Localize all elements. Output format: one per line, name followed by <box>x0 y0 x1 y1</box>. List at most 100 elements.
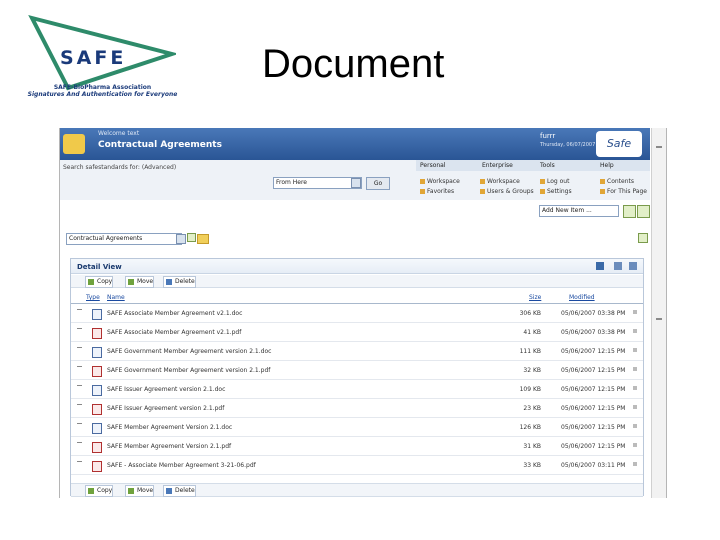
file-name-link[interactable]: SAFE Associate Member Agreement v2.1.pdf <box>107 329 241 336</box>
menu-item-log-out[interactable]: Log out <box>540 178 569 185</box>
thumbnail-view-icon[interactable] <box>629 262 637 270</box>
file-modified: 05/06/2007 03:38 PM <box>561 310 626 317</box>
row-menu-icon[interactable] <box>633 462 637 466</box>
file-name-link[interactable]: SAFE - Associate Member Agreement 3-21-0… <box>107 462 256 469</box>
menu-item-personal-workspace[interactable]: Workspace <box>420 178 460 185</box>
chevron-down-icon[interactable] <box>351 178 361 188</box>
table-row[interactable]: SAFE - Associate Member Agreement 3-21-0… <box>71 457 643 475</box>
add-new-item-select[interactable]: Add New Item ... <box>539 205 619 217</box>
move-button[interactable]: Move <box>125 276 155 288</box>
view-options-icon[interactable] <box>187 233 196 242</box>
add-icon[interactable] <box>637 205 650 218</box>
file-size: 109 KB <box>519 386 541 393</box>
file-name-link[interactable]: SAFE Issuer Agreement version 2.1.pdf <box>107 405 224 412</box>
table-row[interactable]: SAFE Issuer Agreement version 2.1.doc 109… <box>71 381 643 399</box>
file-name-link[interactable]: SAFE Associate Member Agreement v2.1.doc <box>107 310 242 317</box>
file-size: 23 KB <box>523 405 541 412</box>
row-menu-icon[interactable] <box>633 424 637 428</box>
slide-title: Document <box>262 42 445 86</box>
menu-item-favorites[interactable]: Favorites <box>420 188 454 195</box>
row-select-checkbox[interactable] <box>77 461 82 467</box>
scroll-thumb[interactable] <box>656 318 662 320</box>
row-select-checkbox[interactable] <box>77 328 82 334</box>
table-row[interactable]: SAFE Issuer Agreement version 2.1.pdf 23 … <box>71 400 643 418</box>
delete-icon <box>166 488 172 494</box>
table-row[interactable]: SAFE Member Agreement Version 2.1.pdf 31 … <box>71 438 643 456</box>
menu-tools[interactable]: Tools <box>540 162 555 169</box>
menu-help[interactable]: Help <box>600 162 614 169</box>
edit-icon[interactable] <box>623 205 636 218</box>
row-select-checkbox[interactable] <box>77 442 82 448</box>
row-menu-icon[interactable] <box>633 405 637 409</box>
menu-item-for-this-page[interactable]: For This Page <box>600 188 647 195</box>
file-modified: 05/06/2007 12:15 PM <box>561 443 626 450</box>
pdf-file-icon <box>92 442 102 453</box>
search-scope-select[interactable]: From Here <box>273 177 362 189</box>
row-menu-icon[interactable] <box>633 310 637 314</box>
row-select-checkbox[interactable] <box>77 404 82 410</box>
file-size: 33 KB <box>523 462 541 469</box>
pdf-file-icon <box>92 404 102 415</box>
user-name[interactable]: furrr <box>540 132 555 140</box>
copy-button[interactable]: Copy <box>85 485 114 497</box>
column-modified[interactable]: Modified <box>569 294 595 301</box>
grid-view-icon[interactable] <box>614 262 622 270</box>
file-size: 306 KB <box>519 310 541 317</box>
delete-button[interactable]: Delete <box>163 485 196 497</box>
detail-view-icon[interactable] <box>596 262 604 270</box>
menu-item-enterprise-workspace[interactable]: Workspace <box>480 178 520 185</box>
portal-header: Welcome text Contractual Agreements furr… <box>60 128 650 160</box>
table-row[interactable]: SAFE Associate Member Agreement v2.1.pdf… <box>71 324 643 342</box>
row-menu-icon[interactable] <box>633 329 637 333</box>
edit-page-icon[interactable] <box>638 233 648 243</box>
file-name-link[interactable]: SAFE Member Agreement Version 2.1.pdf <box>107 443 231 450</box>
copy-button[interactable]: Copy <box>85 276 114 288</box>
table-row[interactable]: SAFE Government Member Agreement version… <box>71 362 643 380</box>
file-modified: 05/06/2007 12:15 PM <box>561 424 626 431</box>
row-select-checkbox[interactable] <box>77 423 82 429</box>
search-label[interactable]: Search safestandards for: (Advanced) <box>63 164 176 171</box>
table-row[interactable]: SAFE Government Member Agreement version… <box>71 343 643 361</box>
row-menu-icon[interactable] <box>633 367 637 371</box>
table-row[interactable]: SAFE Associate Member Agreement v2.1.doc… <box>71 305 643 323</box>
bottom-toolbar: Copy Move Delete <box>71 483 643 497</box>
column-name[interactable]: Name <box>107 294 125 301</box>
brand-logo: Safe <box>596 131 642 157</box>
file-name-link[interactable]: SAFE Government Member Agreement version… <box>107 367 270 374</box>
row-menu-icon[interactable] <box>633 386 637 390</box>
menu-item-settings[interactable]: Settings <box>540 188 572 195</box>
menu-item-users-groups[interactable]: Users & Groups <box>480 188 534 195</box>
help-icon <box>600 179 605 184</box>
row-menu-icon[interactable] <box>633 348 637 352</box>
copy-icon <box>88 488 94 494</box>
menu-personal[interactable]: Personal <box>420 162 446 169</box>
row-select-checkbox[interactable] <box>77 366 82 372</box>
view-select[interactable]: Contractual Agreements <box>66 233 182 245</box>
file-name-link[interactable]: SAFE Member Agreement Version 2.1.doc <box>107 424 232 431</box>
folder-icon[interactable] <box>197 234 209 244</box>
menu-enterprise[interactable]: Enterprise <box>482 162 513 169</box>
delete-button[interactable]: Delete <box>163 276 196 288</box>
column-size[interactable]: Size <box>529 294 541 301</box>
site-icon <box>63 134 85 154</box>
row-menu-icon[interactable] <box>633 443 637 447</box>
go-button[interactable]: Go <box>366 177 390 190</box>
file-name-link[interactable]: SAFE Issuer Agreement version 2.1.doc <box>107 386 225 393</box>
vertical-scrollbar[interactable] <box>651 128 666 498</box>
file-name-link[interactable]: SAFE Government Member Agreement version… <box>107 348 271 355</box>
file-modified: 05/06/2007 12:15 PM <box>561 386 626 393</box>
chevron-down-icon[interactable] <box>176 234 186 244</box>
column-type[interactable]: Type <box>86 294 100 301</box>
scroll-up-icon[interactable] <box>656 146 662 148</box>
table-row[interactable]: SAFE Member Agreement Version 2.1.doc 126… <box>71 419 643 437</box>
move-button[interactable]: Move <box>125 485 155 497</box>
area-title: Contractual Agreements <box>98 140 222 150</box>
row-select-checkbox[interactable] <box>77 347 82 353</box>
menu-item-contents[interactable]: Contents <box>600 178 634 185</box>
row-select-checkbox[interactable] <box>77 385 82 391</box>
delete-icon <box>166 279 172 285</box>
row-select-checkbox[interactable] <box>77 309 82 315</box>
pdf-file-icon <box>92 328 102 339</box>
pdf-file-icon <box>92 366 102 377</box>
favorites-icon <box>420 189 425 194</box>
